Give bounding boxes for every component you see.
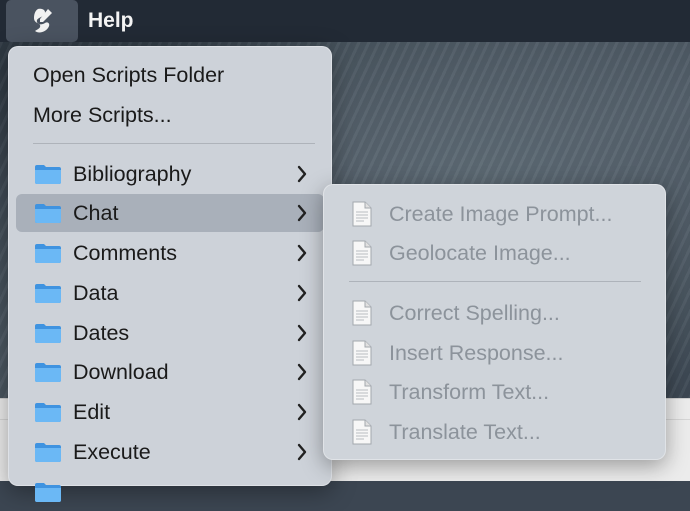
chevron-right-icon [297,165,307,183]
script-app-icon[interactable] [6,0,78,42]
document-icon [352,419,372,445]
folder-item-comments[interactable]: Comments [16,234,324,272]
document-icon [352,340,372,366]
submenu-item-label: Insert Response... [389,340,564,365]
menu-item-label: Edit [73,399,111,424]
folder-item-execute[interactable]: Execute [16,433,324,471]
document-icon [352,300,372,326]
submenu-item-label: Geolocate Image... [389,240,571,265]
folder-item-bibliography[interactable]: Bibliography [16,155,324,193]
document-icon [352,240,372,266]
folder-icon [35,324,61,343]
folder-item-dates[interactable]: Dates [16,314,324,352]
menu-item-label: More Scripts... [33,102,172,127]
document-icon [352,379,372,405]
menu-bar: Help [0,0,690,42]
chevron-right-icon [297,363,307,381]
submenu-item-label: Transform Text... [389,379,550,404]
folder-item-download[interactable]: Download [16,353,324,391]
transform-text-item[interactable]: Transform Text... [323,373,666,411]
more-scripts-item[interactable]: More Scripts... [16,96,324,134]
menu-item-label: Dates [73,320,130,345]
folder-icon [35,244,61,263]
submenu-separator [349,281,641,282]
folder-item-partial[interactable] [16,473,324,511]
menu-item-label: Data [73,280,119,305]
folder-icon [35,483,61,502]
folder-item-chat[interactable]: Chat [16,194,324,232]
scripts-menu: Open Scripts Folder More Scripts... Bibl… [8,46,332,502]
chevron-right-icon [297,284,307,302]
chevron-right-icon [297,443,307,461]
menu-item-label: Comments [73,240,177,265]
folder-icon [35,443,61,462]
open-scripts-folder-item[interactable]: Open Scripts Folder [16,56,324,94]
menu-item-label: Bibliography [73,161,192,186]
folder-icon [35,403,61,422]
menu-item-label: Download [73,359,169,384]
create-image-prompt-item[interactable]: Create Image Prompt... [323,195,666,233]
chevron-right-icon [297,403,307,421]
menu-separator [33,143,315,144]
submenu-item-label: Correct Spelling... [389,300,560,325]
submenu-item-label: Translate Text... [389,419,541,444]
chevron-right-icon [297,324,307,342]
submenu-item-label: Create Image Prompt... [389,201,613,226]
folder-item-data[interactable]: Data [16,274,324,312]
menubar-help[interactable]: Help [88,9,134,33]
translate-text-item[interactable]: Translate Text... [323,413,666,451]
folder-item-edit[interactable]: Edit [16,393,324,431]
menu-item-label: Execute [73,439,151,464]
folder-icon [35,165,61,184]
menu-item-label: Chat [73,200,119,225]
document-icon [352,201,372,227]
chevron-right-icon [297,204,307,222]
chevron-right-icon [297,244,307,262]
menu-item-label: Open Scripts Folder [33,62,225,87]
insert-response-item[interactable]: Insert Response... [323,334,666,372]
folder-icon [35,363,61,382]
folder-icon [35,204,61,223]
chat-submenu: Create Image Prompt... Geolocate Image..… [323,184,666,460]
geolocate-image-item[interactable]: Geolocate Image... [323,234,666,272]
correct-spelling-item[interactable]: Correct Spelling... [323,294,666,332]
folder-icon [35,284,61,303]
